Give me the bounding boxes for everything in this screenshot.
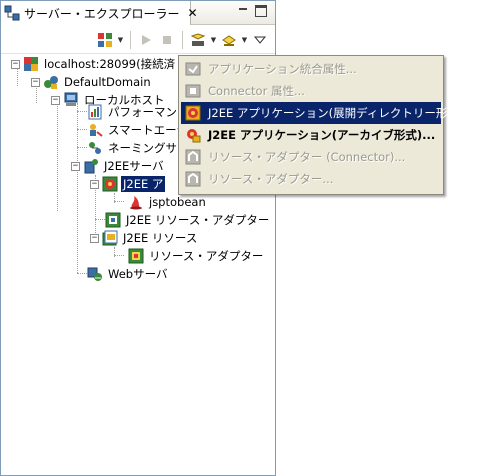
menu-item-application-integration-attributes[interactable]: アプリケーション統合属性... (181, 58, 441, 80)
menu-item-j2ee-app-archive[interactable]: J2EE アプリケーション(アーカイブ形式)... (181, 124, 441, 146)
performance-icon (87, 104, 103, 120)
tree-node-smart-agent[interactable]: スマートエージ (87, 121, 190, 139)
j2ee-application-icon (185, 105, 201, 121)
naming-service-icon (87, 140, 103, 156)
view-menu-icon[interactable] (251, 31, 269, 49)
menu-item-connector-attributes[interactable]: Connector 属性... (181, 80, 441, 102)
menu-item-label: リソース・アダプター... (208, 172, 334, 186)
tree-node-j2ee-application[interactable]: − J2EE ア (90, 175, 166, 193)
tree-node-performance[interactable]: パフォーマンス (87, 103, 190, 121)
stop-icon[interactable] (158, 31, 176, 49)
host-connection-icon (23, 56, 39, 72)
close-icon[interactable]: ✕ (188, 6, 198, 20)
connector-attributes-icon (185, 83, 201, 99)
menu-item-label: J2EE アプリケーション(アーカイブ形式)... (208, 128, 436, 142)
maximize-icon[interactable] (255, 5, 267, 17)
tree-node-j2ee-server[interactable]: − J2EEサーバ (71, 157, 166, 175)
resource-adapter-icon (185, 149, 201, 165)
j2ee-archive-icon (185, 127, 201, 143)
server-explorer-icon (4, 5, 20, 21)
smart-agent-icon (87, 122, 103, 138)
view-toolbar: ▼ ▼ ▼ (1, 26, 275, 54)
integration-attributes-icon (185, 61, 201, 77)
resource-adapter-icon (105, 212, 121, 228)
collapse-icon[interactable]: − (11, 59, 20, 69)
run-icon[interactable] (137, 31, 155, 49)
menu-item-resource-adapter-connector[interactable]: リソース・アダプター (Connector)... (181, 146, 441, 168)
tree-connector (95, 219, 105, 220)
tree-node-jsptobean[interactable]: jsptobean (128, 193, 208, 211)
resource-adapter-icon (128, 248, 144, 264)
new-resource-dropdown-icon[interactable]: ▼ (241, 31, 248, 49)
collapse-icon[interactable]: − (31, 77, 40, 87)
web-module-icon (128, 194, 144, 210)
tree-connector (114, 201, 124, 202)
tree-node-label: DefaultDomain (64, 75, 151, 89)
tree-connector (77, 273, 87, 274)
resource-folder-icon (102, 230, 118, 246)
tree-node-label: J2EEサーバ (104, 159, 164, 173)
j2ee-application-icon (102, 176, 118, 192)
layout-icon[interactable] (96, 31, 114, 49)
menu-item-j2ee-app-expanded-directory[interactable]: J2EE アプリケーション(展開ディレクトリー形式)... (181, 102, 474, 124)
tree-node-localhost[interactable]: − localhost:28099(接続済 (11, 55, 177, 73)
resource-adapter-icon (185, 171, 201, 187)
server-explorer-tab[interactable]: サーバー・エクスプローラー ✕ (1, 1, 198, 25)
tree-node-label: J2EE ア (121, 176, 166, 192)
tree-node-j2ee-resource-adapter[interactable]: J2EE リソース・アダプター (105, 211, 271, 229)
tree-node-label: localhost:28099(接続済 (44, 57, 176, 71)
new-server-icon[interactable] (189, 31, 207, 49)
tree-node-label: jsptobean (149, 195, 206, 209)
toolbar-separator (182, 30, 183, 49)
menu-item-label: J2EE アプリケーション(展開ディレクトリー形式)... (208, 106, 475, 120)
menu-item-label: アプリケーション統合属性... (208, 62, 357, 76)
minimize-icon[interactable] (237, 5, 249, 17)
toolbar-separator (130, 30, 131, 49)
tree-node-label: Webサーバ (108, 267, 168, 281)
menu-item-label: リソース・アダプター (Connector)... (208, 150, 406, 164)
j2ee-server-icon (83, 158, 99, 174)
tree-connector (77, 147, 87, 148)
tree-node-resource-adapter[interactable]: リソース・アダプター (128, 247, 265, 265)
collapse-icon[interactable]: − (51, 95, 60, 105)
web-server-icon (87, 266, 103, 282)
tree-node-defaultdomain[interactable]: − DefaultDomain (31, 73, 153, 91)
tree-connector (57, 103, 58, 211)
new-resource-icon[interactable] (220, 31, 238, 49)
tree-connector (77, 111, 87, 112)
tree-connector (114, 255, 124, 256)
computer-icon (63, 92, 79, 108)
collapse-icon[interactable]: − (90, 233, 99, 243)
tree-node-label: J2EE リソース (123, 231, 198, 245)
menu-item-resource-adapter[interactable]: リソース・アダプター... (181, 168, 441, 190)
new-server-dropdown-icon[interactable]: ▼ (210, 31, 217, 49)
tree-node-web-server[interactable]: Webサーバ (87, 265, 169, 283)
menu-item-label: Connector 属性... (208, 84, 305, 98)
new-context-menu: アプリケーション統合属性... Connector 属性... J2EE アプリ… (178, 55, 474, 195)
collapse-icon[interactable]: − (71, 161, 80, 171)
view-title: サーバー・エクスプローラー (24, 6, 180, 21)
tree-node-naming-service[interactable]: ネーミングサー (87, 139, 191, 157)
tree-node-label: J2EE リソース・アダプター (126, 213, 270, 227)
tree-node-label: リソース・アダプター (149, 249, 264, 263)
view-title-bar: サーバー・エクスプローラー ✕ (1, 1, 275, 25)
layout-dropdown-icon[interactable]: ▼ (117, 31, 124, 49)
domain-icon (43, 74, 59, 90)
collapse-icon[interactable]: − (90, 179, 99, 189)
tree-node-j2ee-resource[interactable]: − J2EE リソース (90, 229, 199, 247)
tree-connector (77, 129, 87, 130)
